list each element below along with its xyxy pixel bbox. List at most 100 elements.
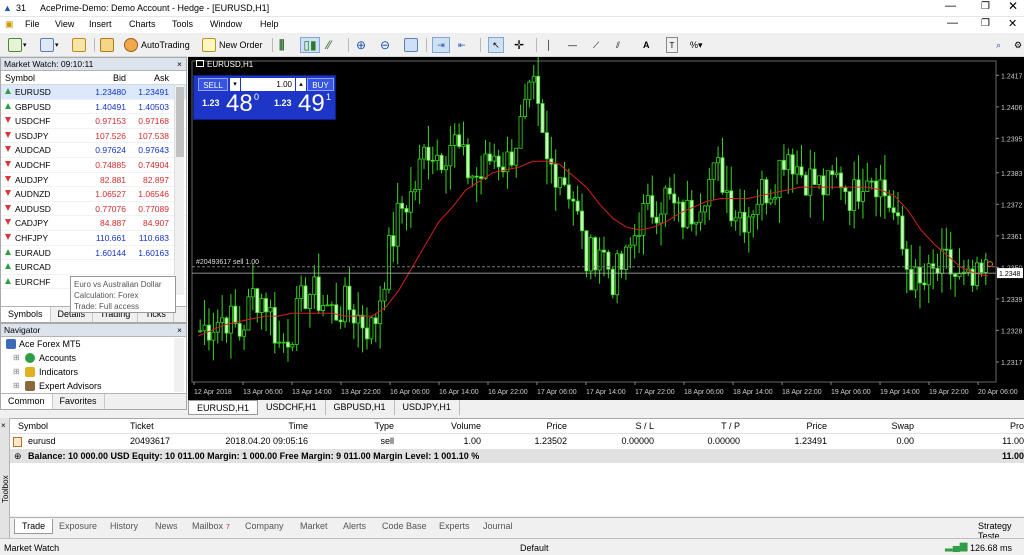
buy-price-small[interactable]: 1.23 <box>274 98 292 108</box>
nav-expert-advisors[interactable]: ⊞ Expert Advisors <box>1 379 186 393</box>
cursor-icon[interactable]: ↖ <box>488 37 504 53</box>
chart-shift-icon[interactable]: ⇤ <box>458 37 466 53</box>
tab-mailbox[interactable]: Mailbox <box>192 521 223 531</box>
tab-news[interactable]: News <box>155 521 178 531</box>
market-watch-row[interactable]: USDCHF 0.97153 0.97168 <box>1 114 186 129</box>
child-close-icon[interactable]: ✕ <box>1008 17 1017 30</box>
text-icon[interactable]: A <box>643 37 650 53</box>
tab-alerts[interactable]: Alerts <box>343 521 366 531</box>
doc-icon[interactable]: ▣ <box>5 19 14 30</box>
trendline-icon[interactable]: ⟋ <box>593 37 599 53</box>
tab-common[interactable]: Common <box>1 394 53 409</box>
zoom-in-icon[interactable]: ⊕ <box>356 37 366 53</box>
minimize-icon[interactable]: — <box>945 0 956 12</box>
horizontal-line-icon[interactable]: — <box>568 37 577 53</box>
fibonacci-icon[interactable]: ⫽ <box>616 37 620 53</box>
settings-icon[interactable]: ⚙ <box>1014 37 1022 53</box>
sell-price-big[interactable]: 48 <box>226 90 253 118</box>
close-icon[interactable]: × <box>1 421 6 430</box>
navigator-scrollbar[interactable] <box>174 338 184 392</box>
chart-tab-usdjpy[interactable]: USDJPY,H1 <box>395 400 460 415</box>
col-symbol[interactable]: Symbol <box>1 71 89 84</box>
tile-windows-icon[interactable] <box>404 37 418 53</box>
tab-journal[interactable]: Journal <box>483 521 513 531</box>
tab-trade[interactable]: Trade <box>14 519 54 534</box>
col-bid[interactable]: Bid <box>89 71 129 84</box>
close-icon[interactable]: × <box>177 324 186 337</box>
col-volume[interactable]: Volume <box>451 419 481 434</box>
nav-indicators[interactable]: ⊞ Indicators <box>1 365 186 379</box>
tab-favorites[interactable]: Favorites <box>53 394 105 409</box>
new-chart-icon[interactable]: ▾ <box>8 37 27 53</box>
autotrading-button[interactable]: AutoTrading <box>124 37 190 53</box>
tab-symbols[interactable]: Symbols <box>1 307 51 322</box>
market-watch-scrollbar[interactable] <box>174 85 184 295</box>
nav-accounts[interactable]: ⊞ Accounts <box>1 351 186 365</box>
market-watch-row[interactable]: AUDUSD 0.77076 0.77089 <box>1 202 186 217</box>
cell-tp[interactable]: 0.00000 <box>707 434 740 449</box>
chart-tab-gbpusd[interactable]: GBPUSD,H1 <box>326 400 395 415</box>
vertical-line-icon[interactable]: │ <box>546 37 552 53</box>
shapes-icon[interactable]: %▾ <box>690 37 703 53</box>
menu-help[interactable]: Help <box>260 19 279 29</box>
close-icon[interactable]: ✕ <box>1008 0 1018 13</box>
col-current-price[interactable]: Price <box>806 419 827 434</box>
col-profit[interactable]: Pro <box>1010 419 1024 434</box>
sell-price-small[interactable]: 1.23 <box>202 98 220 108</box>
restore-icon[interactable]: ❐ <box>981 1 990 12</box>
market-watch-row[interactable]: EURAUD 1.60144 1.60163 <box>1 246 186 261</box>
tab-exposure[interactable]: Exposure <box>59 521 97 531</box>
tab-market[interactable]: Market <box>300 521 328 531</box>
market-watch-row[interactable]: AUDNZD 1.06527 1.06546 <box>1 187 186 202</box>
profiles-icon[interactable]: ▾ <box>40 37 59 53</box>
sell-button[interactable]: SELL <box>198 78 228 91</box>
col-symbol[interactable]: Symbol <box>18 419 48 434</box>
search-icon[interactable]: ⌕ <box>996 37 1001 53</box>
market-watch-row[interactable]: EURCAD <box>1 260 186 275</box>
menu-view[interactable]: View <box>55 19 74 29</box>
col-sl[interactable]: S / L <box>635 419 654 434</box>
child-minimize-icon[interactable]: — <box>947 17 958 29</box>
col-ask[interactable]: Ask <box>129 71 172 84</box>
market-watch-icon[interactable] <box>72 37 86 53</box>
chart-tab-usdchf[interactable]: USDCHF,H1 <box>258 400 326 415</box>
table-row[interactable]: eurusd 20493617 2018.04.20 09:05:16 sell… <box>10 434 1024 449</box>
col-ticket[interactable]: Ticket <box>130 419 154 434</box>
col-swap[interactable]: Swap <box>891 419 914 434</box>
line-chart-icon[interactable]: ⁄⁄ <box>327 37 331 53</box>
menu-window[interactable]: Window <box>210 19 242 29</box>
col-time[interactable]: Time <box>288 419 308 434</box>
expand-icon[interactable]: ⊕ <box>14 449 22 463</box>
market-watch-row[interactable]: CHFJPY 110.661 110.683 <box>1 231 186 246</box>
col-tp[interactable]: T / P <box>721 419 740 434</box>
zoom-out-icon[interactable]: ⊖ <box>380 37 390 53</box>
tab-experts[interactable]: Experts <box>439 521 470 531</box>
tab-company[interactable]: Company <box>245 521 284 531</box>
tab-history[interactable]: History <box>110 521 138 531</box>
menu-insert[interactable]: Insert <box>89 19 112 29</box>
market-watch-row[interactable]: AUDJPY 82.881 82.897 <box>1 173 186 188</box>
candlestick-icon[interactable]: ▯▮ <box>300 37 320 53</box>
col-price[interactable]: Price <box>546 419 567 434</box>
chart-tab-eurusd[interactable]: EURUSD,H1 <box>188 400 259 415</box>
crosshair-icon[interactable]: ✛ <box>514 37 524 53</box>
toolbox-sidebar[interactable]: Toolbox × <box>0 418 10 538</box>
market-watch-row[interactable]: AUDCHF 0.74885 0.74904 <box>1 158 186 173</box>
cell-sl[interactable]: 0.00000 <box>621 434 654 449</box>
menu-file[interactable]: File <box>25 19 40 29</box>
child-restore-icon[interactable]: ❐ <box>981 18 990 29</box>
new-order-button[interactable]: New Order <box>202 37 263 53</box>
close-icon[interactable]: × <box>177 58 186 71</box>
bar-chart-icon[interactable]: ⫼ <box>279 37 285 53</box>
nav-root[interactable]: Ace Forex MT5 <box>1 337 186 351</box>
auto-scroll-icon[interactable]: ⇥ <box>432 37 450 53</box>
text-label-icon[interactable]: T <box>666 37 678 53</box>
data-window-icon[interactable] <box>100 37 114 53</box>
buy-price-big[interactable]: 49 <box>298 90 325 118</box>
market-watch-row[interactable]: EURUSD 1.23480 1.23491 <box>1 85 186 100</box>
col-type[interactable]: Type <box>374 419 394 434</box>
menu-tools[interactable]: Tools <box>172 19 193 29</box>
tab-code-base[interactable]: Code Base <box>382 521 427 531</box>
menu-charts[interactable]: Charts <box>129 19 156 29</box>
market-watch-row[interactable]: USDJPY 107.526 107.538 <box>1 129 186 144</box>
